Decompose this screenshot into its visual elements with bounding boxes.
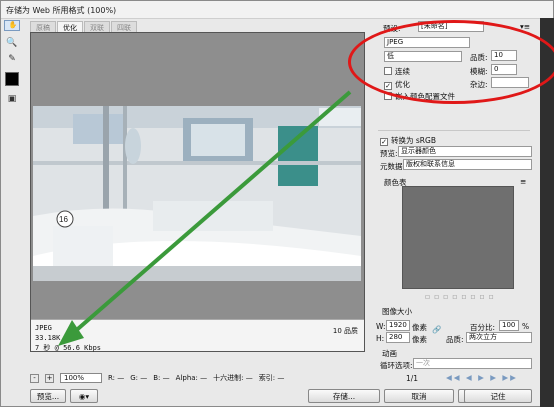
window-title: 存储为 Web 所用格式 (100%): [6, 6, 117, 15]
color-table-action-icons[interactable]: ▫▫▫▫▫▫▫▫: [425, 292, 498, 301]
width-label: W:: [376, 322, 386, 331]
preview-canvas[interactable]: 16 JPEG 33.18K 7 秒 @ 56.6 Kbps 10 品质: [30, 32, 365, 352]
zoom-level-select[interactable]: 100%: [60, 373, 102, 383]
percent-unit: %: [522, 322, 530, 331]
divider: [378, 130, 530, 131]
info-format: JPEG: [35, 324, 52, 332]
readout-alpha: Alpha: —: [175, 374, 208, 382]
optimized-label: 优化: [395, 80, 410, 89]
preset-label: 预设:: [383, 24, 401, 33]
toggle-slices-icon[interactable]: ▣: [4, 92, 20, 106]
progressive-check-icon[interactable]: [384, 67, 392, 75]
blur-input[interactable]: 0: [491, 64, 517, 75]
convert-srgb-label: 转换为 sRGB: [391, 136, 436, 145]
cancel-button[interactable]: 取消: [384, 389, 454, 403]
view-tabs: 原稿 优化 双联 四联: [30, 21, 138, 32]
toolbox: ✋ ↖ 🔍 ✎ ▣: [4, 20, 22, 108]
quality-label: 品质:: [470, 53, 488, 62]
hand-tool-icon[interactable]: ✋: [4, 20, 20, 31]
optimized-check-icon[interactable]: ✓: [384, 82, 392, 90]
loop-select[interactable]: 一次: [413, 358, 532, 369]
metadata-select[interactable]: 版权和联系信息: [403, 159, 532, 170]
info-size: 33.18K: [35, 334, 61, 342]
svg-text:16: 16: [59, 215, 68, 224]
optimization-info: JPEG 33.18K 7 秒 @ 56.6 Kbps 10 品质: [31, 319, 364, 352]
color-table-grid: [402, 186, 514, 289]
embed-profile-label: 嵌入颜色配置文件: [395, 92, 455, 101]
convert-srgb-checkbox[interactable]: ✓ 转换为 sRGB: [380, 135, 436, 146]
save-button[interactable]: 存储...: [308, 389, 380, 403]
animation-title: 动画: [382, 349, 397, 358]
readout-hex: 十六进制: —: [213, 374, 253, 382]
browser-preview-icon[interactable]: ◉▾: [70, 389, 98, 403]
readout-b: B: —: [153, 374, 170, 382]
resample-quality-select[interactable]: 两次立方: [466, 332, 532, 343]
eyedropper-tool-icon[interactable]: ✎: [4, 52, 20, 66]
tab-original[interactable]: 原稿: [30, 21, 56, 32]
preview-select[interactable]: 显示器颜色: [398, 146, 532, 157]
preview-button[interactable]: 预览...: [30, 389, 66, 403]
zoom-tool-icon[interactable]: 🔍: [4, 36, 20, 50]
info-download-time: 7 秒 @ 56.6 Kbps: [35, 344, 102, 352]
height-label: H:: [376, 334, 385, 343]
progressive-label: 连续: [395, 67, 410, 76]
image-size-title: 图像大小: [382, 307, 412, 316]
height-unit: 像素: [412, 335, 427, 344]
width-input[interactable]: 1920: [386, 320, 410, 331]
embed-profile-checkbox[interactable]: 嵌入颜色配置文件: [384, 91, 455, 102]
tab-2-up[interactable]: 双联: [84, 21, 110, 32]
optimized-checkbox[interactable]: ✓ 优化: [384, 79, 410, 90]
preview-label: 预览:: [380, 149, 398, 158]
settings-menu-icon[interactable]: ▾≡: [520, 22, 530, 31]
readout-index: 索引: —: [258, 374, 285, 382]
embed-profile-check-icon[interactable]: [384, 92, 392, 100]
progressive-checkbox[interactable]: 连续: [384, 66, 410, 77]
background-strip: [540, 18, 554, 407]
animation-controls[interactable]: ◀◀ ◀ ▶ ▶ ▶▶: [446, 373, 518, 382]
frame-counter: 1/1: [406, 374, 419, 383]
readout-r: R: —: [108, 374, 125, 382]
resample-quality-label: 品质:: [446, 335, 464, 344]
height-input[interactable]: 280: [386, 332, 410, 343]
convert-srgb-check-icon[interactable]: ✓: [380, 138, 388, 146]
matte-select[interactable]: [491, 77, 529, 88]
tab-4-up[interactable]: 四联: [111, 21, 137, 32]
blur-label: 模糊:: [470, 67, 488, 76]
preview-image: 16: [33, 106, 361, 281]
info-quality: 10 品质: [332, 327, 358, 335]
matte-label: 杂边:: [470, 80, 488, 89]
format-select[interactable]: JPEG: [384, 37, 470, 48]
percent-input[interactable]: 100: [499, 320, 519, 331]
readout-g: G: —: [130, 374, 148, 382]
remember-button[interactable]: 记住: [464, 389, 532, 403]
color-table-menu-icon[interactable]: ≡: [520, 177, 526, 186]
zoom-out-icon[interactable]: -: [30, 373, 39, 383]
metadata-label: 元数据:: [380, 162, 406, 171]
zoom-in-icon[interactable]: +: [45, 373, 54, 383]
quality-input[interactable]: 10: [491, 50, 517, 61]
preset-select[interactable]: [未命名]: [418, 21, 484, 32]
link-icon[interactable]: 🔗: [432, 325, 441, 334]
title-bar: 存储为 Web 所用格式 (100%): [1, 1, 553, 19]
width-unit: 像素: [412, 323, 427, 332]
quality-level-select[interactable]: 低: [384, 51, 462, 62]
eyedropper-color-swatch[interactable]: [5, 72, 19, 86]
status-bar: - + 100% R: — G: — B: — Alpha: — 十六进制: —…: [30, 372, 370, 384]
tab-optimized[interactable]: 优化: [57, 21, 83, 32]
loop-label: 循环选项:: [380, 361, 413, 370]
